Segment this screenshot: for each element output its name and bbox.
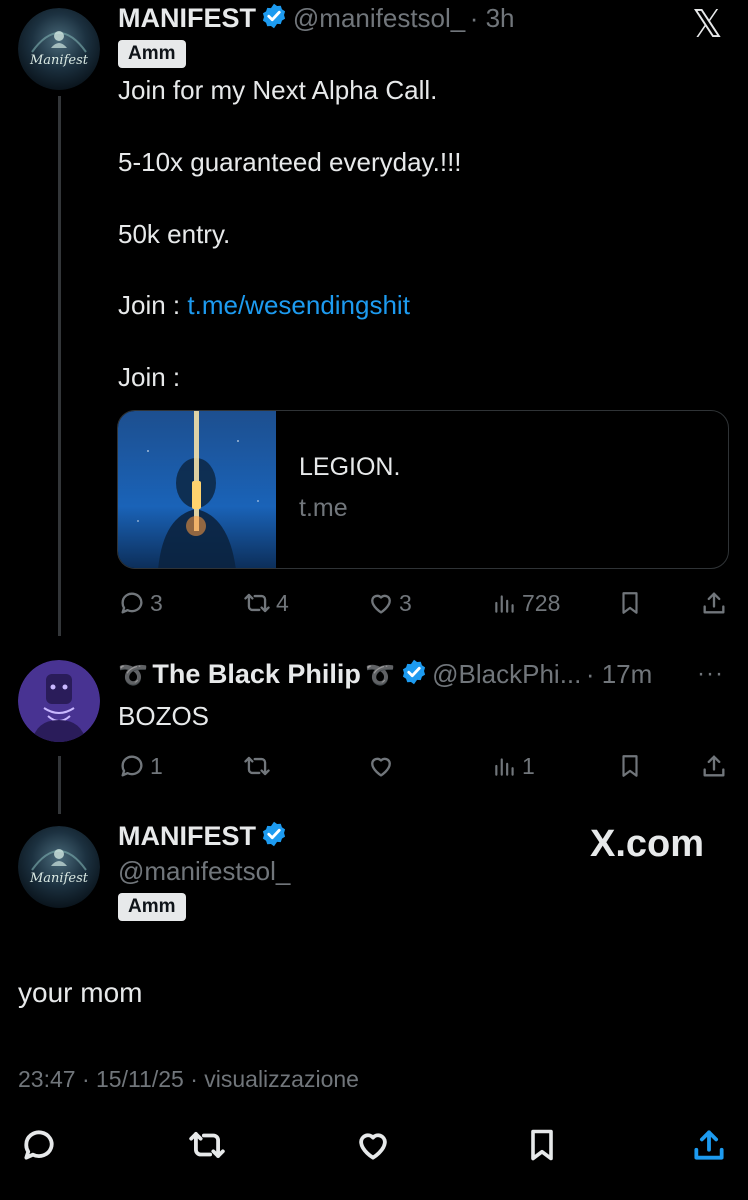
reply-author-handle[interactable]: @BlackPhi...	[432, 659, 581, 689]
post-line-4: Join : t.me/wesendingshit	[118, 290, 410, 321]
reply-button[interactable]: 3	[118, 589, 163, 617]
card-domain: t.me	[299, 494, 348, 522]
reply-button[interactable]	[20, 1126, 58, 1164]
reply-button[interactable]: 1	[118, 752, 163, 780]
views-button[interactable]: 728	[492, 589, 560, 617]
bookmark-icon	[622, 592, 638, 614]
post2-header: MANIFEST	[118, 820, 288, 852]
avatar-wordmark: Manifest	[29, 53, 89, 68]
repost-button[interactable]	[242, 752, 272, 780]
post2-meta: 23:47 · 15/11/25 · visualizzazione	[18, 1066, 359, 1092]
author-handle[interactable]: @manifestsol_	[118, 856, 290, 887]
reply-author-name[interactable]: The Black Philip	[152, 659, 361, 689]
avatar-black-philip[interactable]	[18, 660, 100, 742]
share-icon	[703, 592, 725, 614]
bookmark-button[interactable]	[524, 1126, 560, 1164]
post-time[interactable]: · 3h	[470, 3, 515, 33]
verified-icon	[261, 820, 287, 848]
post-line-2: 5-10x guaranteed everyday.!!!	[118, 147, 462, 177]
avatar-wordmark: Manifest	[29, 871, 89, 886]
name-decor-right: ➰	[365, 662, 396, 689]
views-count: 1	[522, 752, 535, 779]
thread-line-2	[58, 756, 61, 814]
post-line-1: Join for my Next Alpha Call.	[118, 75, 438, 105]
author-name[interactable]: MANIFEST	[118, 821, 256, 851]
share-icon	[703, 755, 725, 777]
reply-header: ➰ The Black Philip ➰ @BlackPhi... · 17m	[118, 658, 652, 690]
reply-icon	[24, 1130, 54, 1160]
views-icon	[495, 595, 514, 613]
watermark-x-com: X.com	[590, 823, 705, 865]
affiliation-tag: Amm	[118, 893, 186, 921]
views-icon	[495, 758, 514, 776]
verified-icon	[261, 2, 287, 30]
bookmark-icon	[622, 755, 638, 777]
thread-line	[58, 96, 61, 636]
telegram-link[interactable]: t.me/wesendingshit	[187, 290, 410, 320]
reply-count: 3	[150, 589, 163, 616]
reply-text: BOZOS	[118, 701, 210, 731]
like-icon	[359, 1133, 387, 1160]
repost-button[interactable]	[186, 1126, 228, 1164]
card-title: LEGION.	[299, 453, 401, 481]
share-button[interactable]	[690, 1126, 728, 1164]
reply-count: 1	[150, 752, 163, 779]
more-icon[interactable]: ···	[697, 660, 724, 688]
reply-icon	[121, 592, 143, 614]
like-button[interactable]	[354, 1126, 392, 1164]
repost-icon	[244, 756, 270, 776]
views-button[interactable]: 1	[492, 752, 535, 780]
post-line-5: Join :	[118, 362, 181, 392]
repost-icon	[244, 593, 270, 613]
reply-time[interactable]: · 17m	[586, 659, 652, 689]
join-label: Join :	[118, 290, 188, 320]
author-handle[interactable]: @manifestsol_	[293, 3, 465, 33]
like-icon	[371, 594, 391, 614]
affiliation-tag: Amm	[118, 40, 186, 68]
link-card[interactable]: LEGION. t.me	[117, 410, 729, 569]
post1-header: MANIFEST @manifestsol_ · 3h	[118, 2, 515, 34]
bookmark-icon	[531, 1129, 553, 1161]
like-count: 3	[399, 589, 412, 616]
card-thumbnail	[118, 411, 276, 568]
author-name[interactable]: MANIFEST	[118, 3, 256, 33]
bookmark-button[interactable]	[617, 752, 643, 780]
repost-button[interactable]: 4	[242, 589, 289, 617]
post-line-3: 50k entry.	[118, 219, 231, 249]
share-button[interactable]	[700, 752, 728, 780]
repost-count: 4	[276, 589, 289, 616]
x-logo-icon[interactable]: 𝕏	[692, 2, 723, 46]
post2-text: your mom	[18, 977, 143, 1008]
avatar-manifest[interactable]: Manifest	[18, 8, 100, 90]
reply-icon	[121, 755, 143, 777]
like-button[interactable]: 3	[367, 589, 412, 617]
bookmark-button[interactable]	[617, 589, 643, 617]
repost-icon	[189, 1132, 225, 1158]
share-icon	[694, 1130, 724, 1160]
like-icon	[371, 757, 391, 777]
verified-icon	[401, 658, 427, 686]
avatar-manifest[interactable]: Manifest	[18, 826, 100, 908]
share-button[interactable]	[700, 589, 728, 617]
name-decor-left: ➰	[118, 662, 148, 689]
views-count: 728	[522, 589, 561, 616]
like-button[interactable]	[367, 752, 395, 780]
